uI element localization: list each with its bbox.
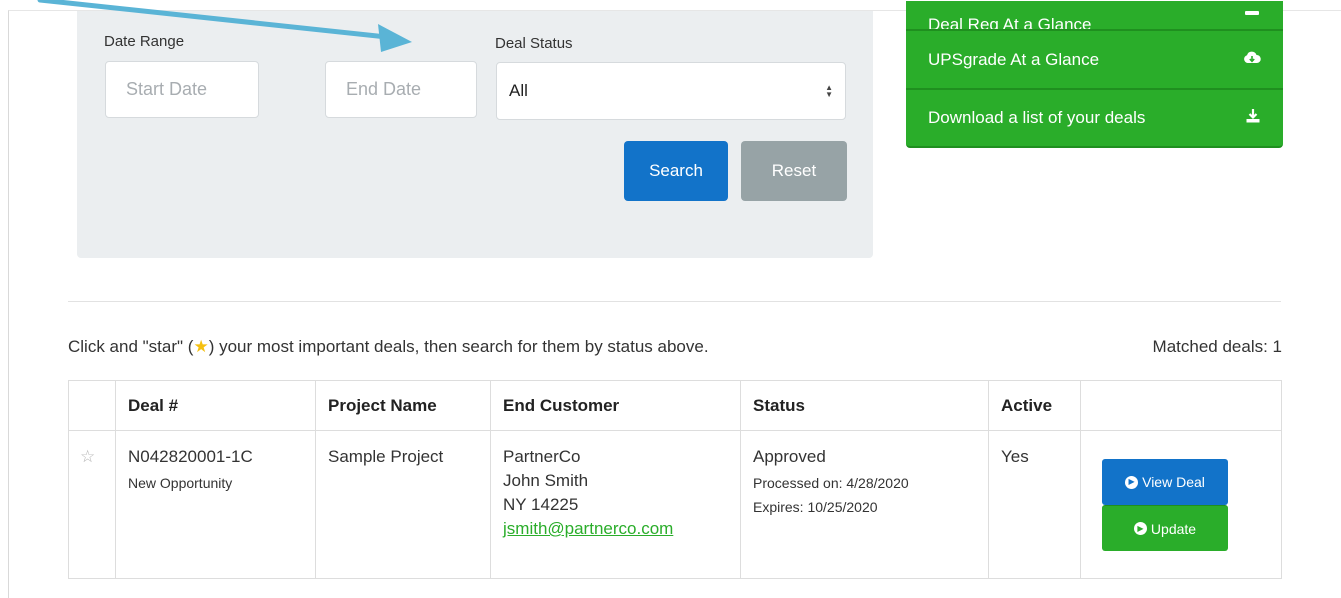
download-icon (1245, 108, 1261, 128)
header-project-name: Project Name (315, 380, 491, 431)
project-name-cell: Sample Project (315, 430, 491, 579)
end-customer-cell: PartnerCo John Smith NY 14225 jsmith@par… (490, 430, 741, 579)
table-header-row: Deal # Project Name End Customer Status … (68, 380, 1282, 431)
processed-date: Processed on: 4/28/2020 (753, 475, 909, 491)
view-deal-button[interactable]: ▶ View Deal (1102, 459, 1228, 505)
deal-number: N042820001-1C (128, 447, 253, 466)
download-deals-label: Download a list of your deals (928, 108, 1146, 127)
section-divider (68, 301, 1281, 302)
end-date-input[interactable] (325, 61, 477, 118)
deal-number-cell: N042820001-1C New Opportunity (115, 430, 316, 579)
star-toggle-icon[interactable]: ☆ (80, 447, 95, 466)
table-row: ☆ N042820001-1C New Opportunity Sample P… (68, 430, 1282, 579)
status-cell: Approved Processed on: 4/28/2020 Expires… (740, 430, 989, 579)
star-hint-text: Click and "star" (★) your most important… (68, 337, 709, 357)
view-deal-label: View Deal (1142, 474, 1205, 490)
header-active: Active (988, 380, 1081, 431)
deal-type: New Opportunity (128, 475, 233, 491)
matched-deals-count: Matched deals: 1 (1152, 337, 1282, 356)
start-date-input[interactable] (105, 61, 259, 118)
customer-location: NY 14225 (503, 495, 579, 514)
deal-status: Approved (753, 447, 826, 466)
hint-text-before: Click and "star" ( (68, 337, 194, 356)
expires-date: Expires: 10/25/2020 (753, 499, 878, 515)
cloud-download-icon (1243, 51, 1261, 69)
header-star (68, 380, 116, 431)
header-end-customer: End Customer (490, 380, 741, 431)
active-value: Yes (1001, 447, 1029, 466)
update-button[interactable]: ▶ Update (1102, 505, 1228, 551)
reset-button[interactable]: Reset (741, 141, 847, 201)
chevron-circle-right-icon: ▶ (1133, 522, 1147, 535)
download-deals-link[interactable]: Download a list of your deals (906, 90, 1283, 148)
select-arrows-icon: ▲ ▼ (825, 83, 833, 99)
search-panel: Date Range Deal Status All ▲▼ Search Res… (77, 11, 873, 258)
deal-reg-label: Deal Reg At a Glance (928, 15, 1092, 31)
active-cell: Yes (988, 430, 1081, 579)
project-name: Sample Project (328, 447, 444, 466)
upsgrade-label: UPSgrade At a Glance (928, 49, 1100, 69)
date-range-label: Date Range (104, 33, 185, 50)
cloud-download-icon (1243, 7, 1261, 25)
actions-cell: ▶ View Deal ▶ Update (1080, 430, 1282, 579)
deals-table: Deal # Project Name End Customer Status … (68, 380, 1282, 579)
update-label: Update (1150, 520, 1197, 537)
quick-links-menu: Deal Reg At a Glance UPSgrade At a Glanc… (906, 1, 1283, 148)
deal-status-label: Deal Status (495, 35, 573, 52)
header-status: Status (740, 380, 989, 431)
deal-status-value: All (509, 81, 528, 100)
upsgrade-at-a-glance-link[interactable]: UPSgrade At a Glance (906, 31, 1283, 90)
star-cell: ☆ (68, 430, 116, 579)
hint-text-after: ) your most important deals, then search… (208, 337, 709, 356)
customer-company: PartnerCo (503, 447, 581, 466)
search-button[interactable]: Search (624, 141, 728, 201)
star-filled-icon: ★ (193, 337, 209, 356)
customer-email-link[interactable]: jsmith@partnerco.com (503, 517, 728, 541)
chevron-circle-right-icon: ▶ (1125, 475, 1139, 489)
customer-name: John Smith (503, 471, 589, 490)
deal-status-select[interactable]: All ▲ ▼ (496, 62, 846, 120)
header-actions (1080, 380, 1282, 431)
deal-reg-at-a-glance-link[interactable]: Deal Reg At a Glance (906, 1, 1283, 31)
header-deal-number: Deal # (115, 380, 316, 431)
